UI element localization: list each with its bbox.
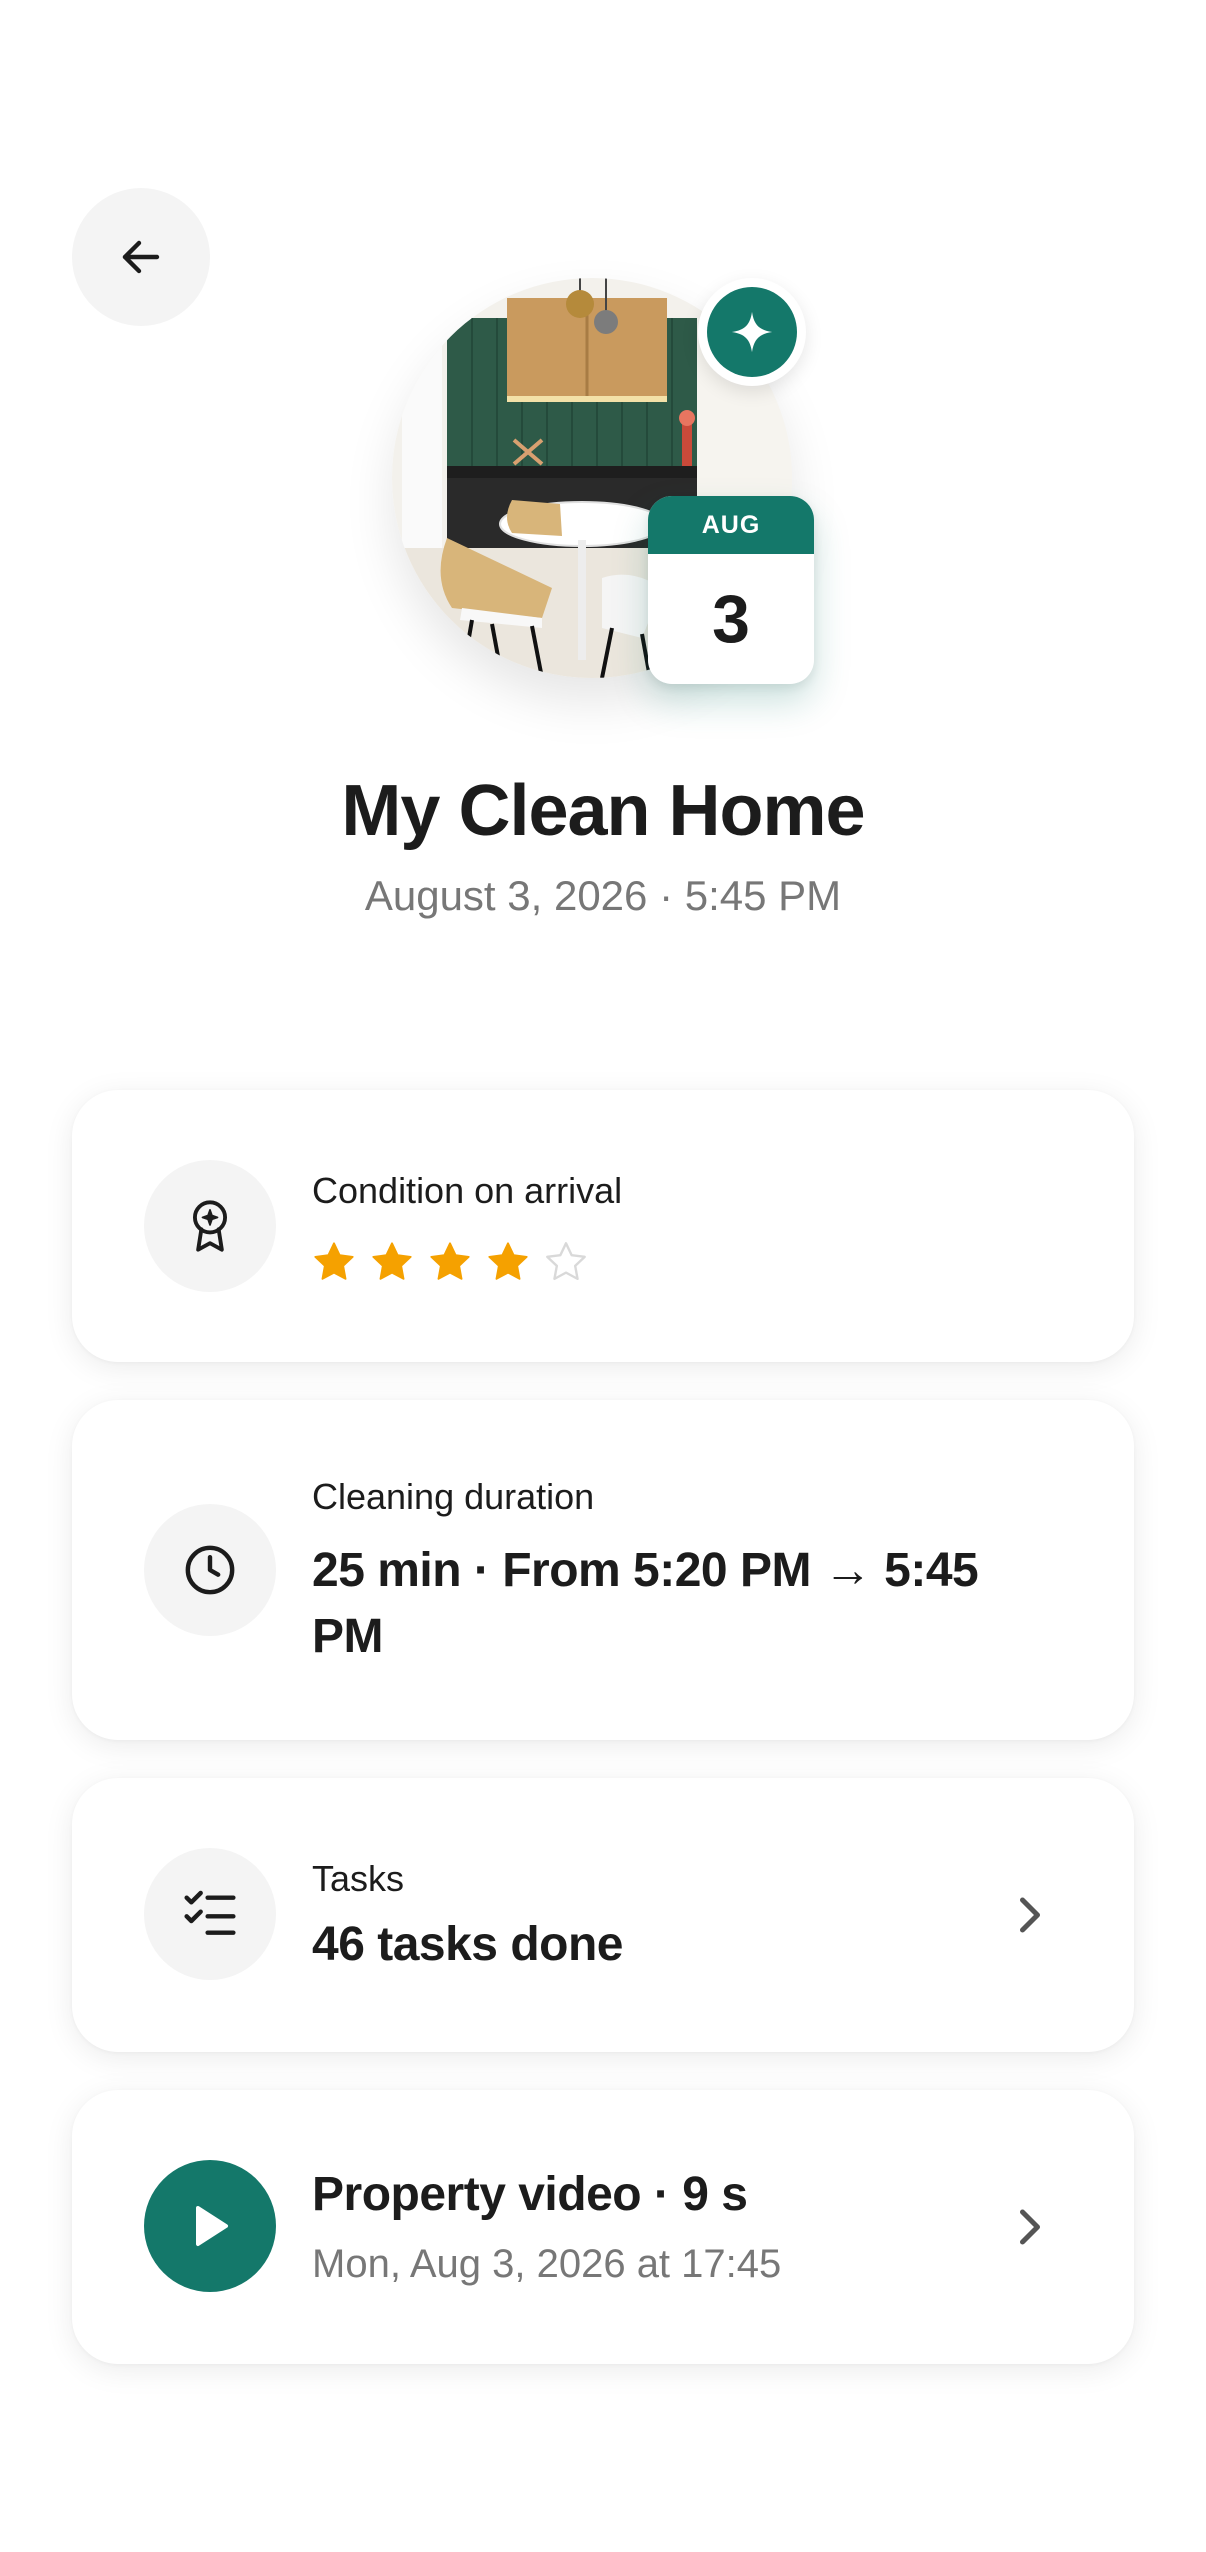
star-filled-icon	[488, 1242, 528, 1280]
condition-label: Condition on arrival	[312, 1170, 623, 1211]
star-filled-icon	[430, 1242, 470, 1280]
duration-card: Cleaning duration 25 min · From 5:20 PM …	[72, 1400, 1134, 1740]
star-filled-icon	[314, 1242, 354, 1280]
video-card[interactable]: Property video · 9 s Mon, Aug 3, 2026 at…	[72, 2090, 1134, 2364]
star-empty-icon	[546, 1242, 586, 1281]
sparkle-icon	[731, 311, 773, 353]
duration-icon-circle	[144, 1504, 276, 1636]
award-ribbon-icon	[192, 1200, 228, 1252]
duration-label: Cleaning duration	[312, 1476, 595, 1517]
chevron-right-icon[interactable]	[1010, 1895, 1050, 1935]
calendar-badge: AUG 3	[648, 496, 814, 684]
chevron-right-icon[interactable]	[1010, 2207, 1050, 2247]
tasks-value: 46 tasks done	[312, 1918, 623, 1971]
video-subtitle: Mon, Aug 3, 2026 at 17:45	[312, 2242, 782, 2286]
clock-icon	[185, 1545, 235, 1595]
checklist-icon	[184, 1890, 236, 1935]
condition-icon-circle	[144, 1160, 276, 1292]
hero: AUG 3	[392, 278, 814, 698]
arrow-left-icon	[122, 240, 160, 274]
calendar-day: 3	[712, 581, 750, 657]
condition-card: Condition on arrival	[72, 1090, 1134, 1362]
sparkle-badge	[698, 278, 806, 386]
play-icon	[196, 2206, 228, 2246]
page-title: My Clean Home	[341, 771, 865, 851]
back-button[interactable]	[72, 188, 210, 326]
video-title: Property video · 9 s	[312, 2168, 748, 2221]
page-subtitle: August 3, 2026 · 5:45 PM	[364, 872, 842, 919]
tasks-icon-circle	[144, 1848, 276, 1980]
star-filled-icon	[372, 1242, 412, 1280]
tasks-label: Tasks	[312, 1858, 405, 1899]
tasks-card[interactable]: Tasks 46 tasks done	[72, 1778, 1134, 2052]
calendar-month: AUG	[648, 496, 814, 554]
play-button[interactable]	[144, 2160, 276, 2292]
duration-value: 25 min · From 5:20 PM → 5:45 PM	[312, 1544, 979, 1663]
rating-stars	[312, 1240, 588, 1284]
